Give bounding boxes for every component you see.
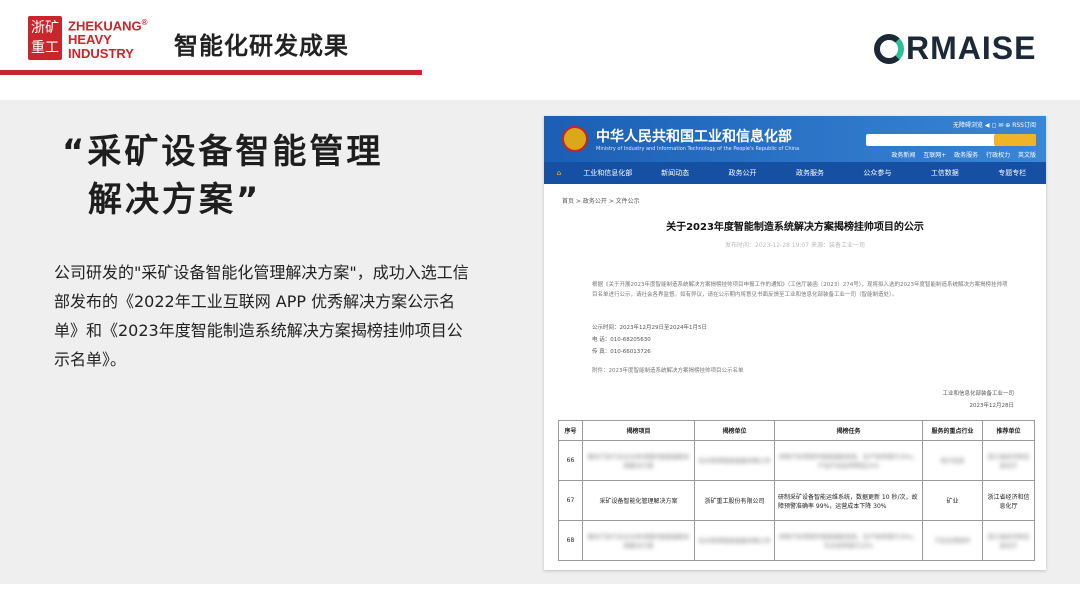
logo-reg-mark: ® [141,18,148,27]
table-header-cell: 揭榜任务 [774,420,923,441]
miit-announcement-screenshot: 中华人民共和国工业和信息化部 Ministry of Industry and … [544,116,1046,570]
company-logo-text: ZHEKUANG® HEAVY INDUSTRY [68,16,148,61]
gov-site-tools: 无障碍浏览 ◀ ◻ ✉ ⊕ RSS订阅 [953,122,1036,129]
doc-breadcrumb: 首页 > 政务公开 > 文件公示 [562,198,640,205]
table-header-cell: 序号 [558,420,583,441]
solution-title-line-1: “采矿设备智能管理 [62,132,384,172]
doc-signature: 工业和信息化部装备工业一司 2023年12月28日 [942,388,1014,412]
row-recommender: 浙江省经济和信息化厅 [982,440,1035,481]
title-underline [0,70,422,75]
doc-attachment: 附件：2023年度智能制造系统解决方案揭榜挂帅项目公示名单 [592,368,744,374]
page-title: 智能化研发成果 [174,32,349,60]
logo-line-3: INDUSTRY [68,46,134,62]
solution-title: “采矿设备智能管理 解决方案” [62,128,383,224]
table-row: 68 面向汽车行业全业务流程的智能装配系统解决方案 杭州某某智能装备有限公司 研… [558,520,1035,561]
solution-title-line-2: 解决方案” [88,180,262,220]
gov-search-button [994,134,1036,146]
doc-contact-info: 公示时间：2023年12月29日至2024年1月5日 电 话：010-68205… [592,322,707,358]
row-industry: 电子信息 [922,440,983,481]
doc-sign-dept: 工业和信息化部装备工业一司 [942,391,1014,397]
row-recommender: 浙江省经济和信息化厅 [982,520,1035,561]
row-industry: 汽车及零部件 [922,520,983,561]
table-header-cell: 揭榜项目 [582,420,695,441]
gov-nav-item: 公众参与 [863,169,892,177]
row-number: 68 [558,520,583,561]
gov-site-name: 中华人民共和国工业和信息化部 [596,129,792,145]
row-number: 66 [558,440,583,481]
table-header-row: 序号 揭榜项目 揭榜单位 揭榜任务 服务的重点行业 推荐单位 [558,420,1035,441]
row-task: 研制汽车零部件智能装配系统，生产效率提升30%，产品不良品率降低20% [774,440,923,481]
gov-nav-item: 工信数据 [930,169,959,177]
doc-meta: 发布时间：2023-12-28 19:07 来源：装备工业一司 [725,242,865,249]
row-unit: 杭州某某智能装备有限公司 [694,520,775,561]
row-task: 研制采矿设备智能运维系统，数据更新 10 秒/次，故障预警准确率 99%，运营成… [774,480,923,521]
row-unit: 浙矿重工股份有限公司 [694,480,775,521]
row-task: 研制汽车零部件智能装配系统，生产效率提升30%，作业效率提升20% [774,520,923,561]
logo-line-2: HEAVY [68,32,112,48]
row-number: 67 [558,480,583,521]
row-project: 采矿设备智能化管理解决方案 [582,480,695,521]
project-list-table: 序号 揭榜项目 揭榜单位 揭榜任务 服务的重点行业 推荐单位 66 面向汽车行业… [558,420,1035,561]
row-industry: 矿业 [922,480,983,521]
partner-logo-o-icon [874,33,904,64]
gov-nav-bar: ⌂ 工业和信息化部 新闻动态 政务公开 政务服务 公众参与 工信数据 专题专栏 [544,162,1046,184]
table-header-cell: 推荐单位 [982,420,1035,441]
row-project: 面向汽车行业全业务流程的智能装配系统解决方案 [582,520,695,561]
row-project: 面向汽车行业全业务流程的智能装配系统解决方案 [582,440,695,481]
table-row-highlight: 67 采矿设备智能化管理解决方案 浙矿重工股份有限公司 研制采矿设备智能运维系统… [558,480,1035,521]
gov-nav-item: 工业和信息化部 [583,169,633,177]
doc-info-line: 电 话：010-68205630 [592,337,651,343]
doc-title: 关于2023年度智能制造系统解决方案揭榜挂帅项目的公示 [666,222,924,233]
gov-site-banner: 中华人民共和国工业和信息化部 Ministry of Industry and … [544,116,1046,162]
gov-nav-item: 政务服务 [795,169,824,177]
gov-nav-item: 新闻动态 [661,169,690,177]
gov-nav-item: 政务公开 [728,169,757,177]
doc-body: 根据《关于开展2023年度智能制造系统解决方案揭榜挂帅项目申报工作的通知》（工信… [592,282,1008,298]
gov-site-name-en: Ministry of Industry and Information Tec… [596,146,800,152]
gov-home-icon: ⌂ [556,169,562,177]
doc-sign-date: 2023年12月28日 [969,403,1015,409]
national-emblem-icon [562,126,588,152]
row-unit: 杭州某某智能装备有限公司 [694,440,775,481]
gov-nav-item: 专题专栏 [998,169,1027,177]
gov-top-links: 政务新闻 互联网+ 政务服务 行政权力 英文版 [891,152,1036,159]
logo-line-1: ZHEKUANG [68,18,142,34]
solution-description: 公司研发的"采矿设备智能化管理解决方案"，成功入选工信部发布的《2022年工业互… [54,263,469,369]
table-header-cell: 揭榜单位 [694,420,775,441]
row-recommender: 浙江省经济和信息化厅 [982,480,1035,521]
company-logo: 浙矿重工 ZHEKUANG® HEAVY INDUSTRY [28,16,148,61]
company-logo-mark: 浙矿重工 [28,16,62,60]
doc-info-line: 传 真：010-66013726 [592,349,651,355]
doc-info-line: 公示时间：2023年12月29日至2024年1月5日 [592,325,707,331]
partner-logo: RMAISE [874,30,1036,67]
table-row: 66 面向汽车行业全业务流程的智能装配系统解决方案 杭州某某智能装备有限公司 研… [558,440,1035,481]
table-header-cell: 服务的重点行业 [922,420,983,441]
partner-logo-text: RMAISE [906,30,1037,66]
header: 浙矿重工 ZHEKUANG® HEAVY INDUSTRY 智能化研发成果 RM… [0,0,1080,100]
